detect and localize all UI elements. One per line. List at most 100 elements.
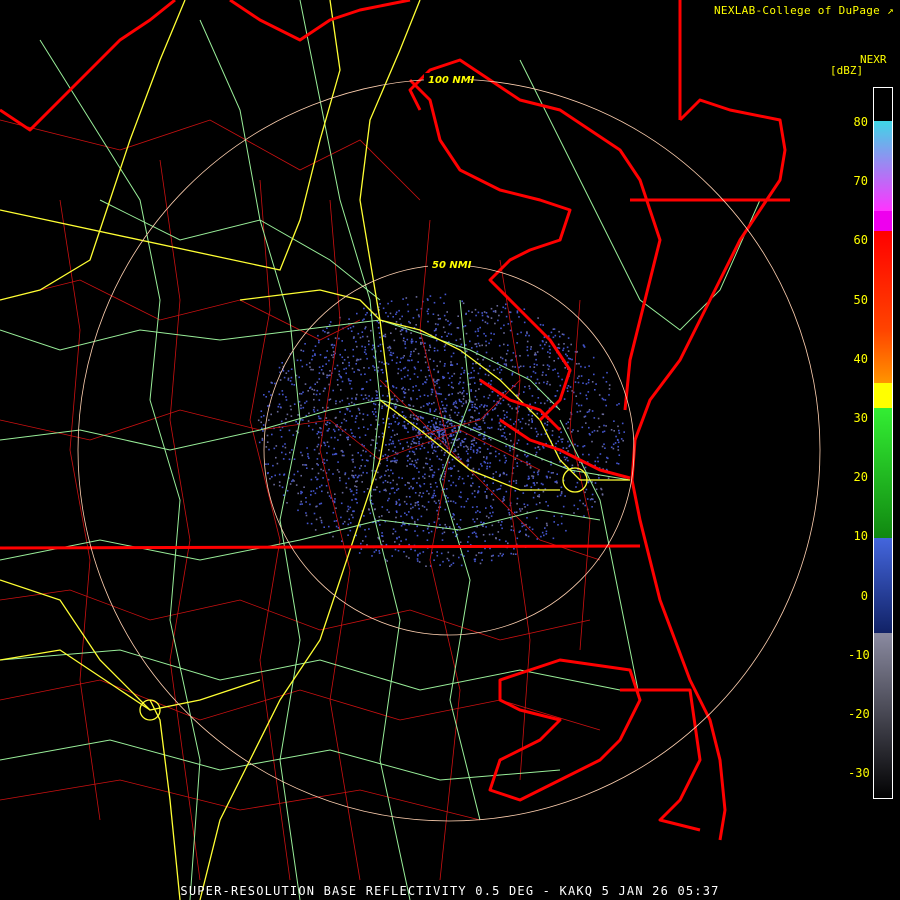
echo-pixel — [268, 390, 270, 393]
echo-pixel — [450, 381, 453, 384]
echo-pixel — [532, 477, 534, 479]
echo-pixel — [412, 386, 414, 388]
echo-pixel — [436, 551, 438, 553]
echo-pixel — [433, 492, 435, 495]
echo-pixel — [483, 395, 485, 398]
echo-pixel — [463, 438, 466, 440]
echo-pixel — [406, 338, 409, 341]
echo-pixel — [347, 378, 350, 380]
echo-pixel — [562, 447, 565, 449]
echo-pixel — [603, 443, 605, 445]
echo-pixel — [414, 504, 417, 507]
echo-pixel — [546, 424, 549, 426]
echo-pixel — [437, 318, 440, 320]
echo-pixel — [355, 489, 358, 491]
echo-pixel — [368, 509, 370, 511]
echo-pixel — [527, 475, 530, 478]
echo-pixel — [511, 374, 513, 376]
echo-pixel — [285, 399, 288, 401]
echo-pixel — [351, 454, 354, 457]
echo-pixel — [358, 409, 361, 411]
echo-pixel — [395, 387, 398, 389]
echo-pixel — [547, 504, 549, 507]
echo-pixel — [351, 474, 353, 477]
echo-pixel — [324, 331, 326, 333]
echo-pixel — [312, 368, 314, 371]
echo-pixel — [425, 565, 427, 567]
echo-pixel — [318, 366, 321, 368]
echo-pixel — [538, 448, 541, 451]
echo-pixel — [286, 489, 289, 492]
echo-pixel — [442, 375, 444, 378]
echo-pixel — [544, 527, 546, 529]
echo-pixel — [494, 322, 496, 325]
echo-pixel — [394, 451, 397, 454]
echo-pixel — [459, 541, 462, 543]
echo-pixel — [528, 526, 531, 529]
echo-pixel — [474, 308, 477, 311]
echo-pixel — [452, 352, 455, 355]
echo-pixel — [469, 340, 471, 343]
echo-pixel — [302, 391, 304, 393]
echo-pixel — [484, 373, 487, 376]
echo-pixel — [551, 430, 554, 432]
echo-pixel — [418, 507, 420, 510]
echo-pixel — [329, 321, 332, 323]
echo-pixel — [601, 493, 604, 495]
echo-pixel — [503, 496, 505, 498]
echo-pixel — [443, 365, 446, 367]
echo-pixel — [523, 308, 526, 310]
echo-pixel — [448, 526, 451, 528]
echo-pixel — [535, 382, 537, 384]
echo-pixel — [392, 450, 394, 452]
echo-pixel — [410, 351, 412, 353]
echo-pixel — [527, 535, 530, 538]
echo-pixel — [574, 381, 577, 383]
echo-pixel — [326, 350, 328, 352]
echo-pixel — [363, 426, 365, 428]
echo-pixel — [407, 445, 410, 448]
echo-pixel — [371, 555, 373, 557]
echo-pixel — [542, 483, 544, 486]
echo-pixel — [582, 382, 584, 384]
echo-pixel — [314, 383, 316, 385]
echo-pixel — [265, 446, 268, 448]
echo-pixel — [470, 446, 472, 448]
echo-pixel — [452, 481, 455, 484]
echo-pixel — [309, 366, 311, 368]
echo-pixel — [458, 476, 461, 478]
echo-pixel — [488, 365, 491, 367]
echo-pixel — [339, 434, 342, 436]
echo-pixel — [392, 472, 394, 475]
echo-pixel — [440, 552, 443, 555]
echo-pixel — [526, 376, 529, 378]
echo-pixel — [507, 403, 510, 406]
echo-pixel — [538, 494, 541, 496]
echo-pixel — [463, 371, 465, 374]
echo-pixel — [458, 400, 461, 402]
echo-pixel — [399, 361, 401, 363]
echo-pixel — [454, 400, 457, 403]
external-link-icon[interactable]: ↗ — [887, 4, 894, 17]
echo-pixel — [412, 428, 415, 431]
echo-pixel — [459, 377, 462, 379]
echo-pixel — [604, 399, 607, 401]
echo-pixel — [386, 465, 388, 467]
echo-pixel — [414, 530, 416, 532]
scale-tick-label: -20 — [848, 707, 870, 721]
echo-pixel — [413, 366, 416, 369]
echo-pixel — [427, 312, 429, 315]
echo-pixel — [484, 437, 486, 440]
echo-pixel — [471, 532, 474, 534]
echo-pixel — [379, 336, 381, 339]
echo-pixel — [334, 498, 336, 500]
echo-pixel — [316, 487, 318, 490]
echo-pixel — [411, 517, 414, 520]
echo-pixel — [381, 515, 383, 517]
echo-pixel — [378, 449, 381, 452]
echo-pixel — [271, 476, 273, 478]
echo-pixel — [379, 476, 381, 479]
echo-pixel — [501, 527, 503, 530]
echo-pixel — [578, 404, 580, 407]
echo-pixel — [524, 386, 526, 388]
